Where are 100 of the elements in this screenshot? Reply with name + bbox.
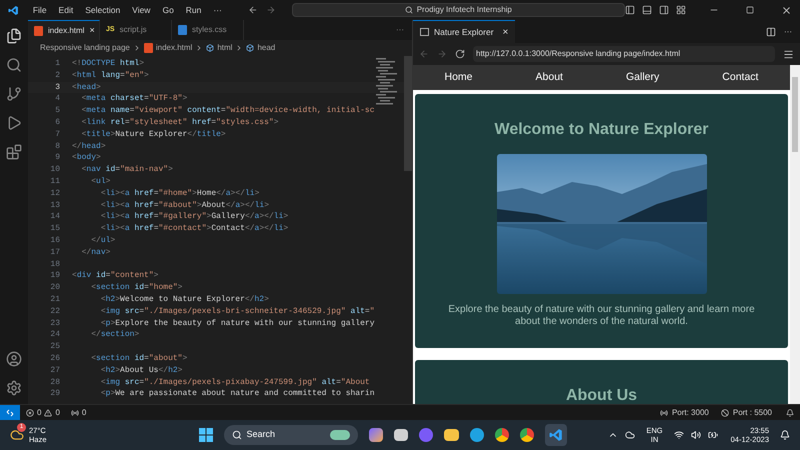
element-icon (246, 44, 254, 52)
line-number: 9 (54, 152, 61, 164)
address-field[interactable]: http://127.0.0.1:3000/Responsive landing page/index.html (473, 46, 775, 62)
notifications-icon[interactable] (780, 430, 790, 440)
wifi-icon[interactable] (674, 430, 684, 440)
ports-icon (70, 408, 79, 416)
menu-item[interactable]: Go (156, 4, 180, 16)
files-icon[interactable] (6, 28, 22, 44)
close-window-icon[interactable] (781, 4, 792, 16)
code-line: <body> (72, 152, 101, 164)
toggle-panel-icon[interactable] (642, 5, 652, 15)
port-status[interactable]: Port: 3000 (672, 406, 709, 418)
line-number: 28 (49, 376, 61, 388)
more-actions-icon[interactable]: ··· (396, 24, 404, 36)
menu-item[interactable]: View (126, 4, 156, 16)
line-number: 5 (54, 105, 61, 117)
menu-item[interactable]: ··· (207, 4, 228, 16)
command-search-field[interactable]: Prodigy Infotech Internship (292, 3, 625, 17)
battery-icon[interactable] (708, 430, 718, 440)
line-number: 24 (49, 329, 61, 342)
chrome-icon[interactable] (520, 428, 534, 442)
volume-icon[interactable] (690, 430, 701, 440)
browser-tab[interactable]: Nature Explorer × (413, 20, 516, 43)
nav-link[interactable]: Home (444, 70, 473, 86)
element-icon (206, 44, 214, 52)
settings-icon[interactable] (6, 380, 22, 396)
run-debug-icon[interactable] (6, 115, 22, 131)
warning-count[interactable]: 0 (55, 406, 60, 418)
menu-item[interactable]: Edit (52, 4, 80, 16)
line-number: 29 (49, 388, 61, 400)
line-number: 18 (49, 258, 61, 270)
close-tab-icon[interactable]: × (89, 24, 95, 38)
code-line: <li><a href="#about">About</a></li> (100, 200, 269, 212)
line-number: 6 (54, 116, 61, 129)
breadcrumb-item[interactable]: html (217, 42, 232, 54)
split-editor-icon[interactable] (766, 26, 776, 36)
line-number: 22 (49, 306, 61, 318)
nav-link[interactable]: Gallery (626, 70, 660, 86)
section-heading: About Us (566, 386, 638, 406)
restore-icon[interactable] (746, 6, 754, 14)
chrome-icon[interactable] (494, 428, 509, 442)
line-number: 13 (49, 200, 61, 212)
weather-icon[interactable] (10, 428, 24, 442)
line-number: 25 (49, 341, 61, 353)
menu-item[interactable]: Run (180, 4, 208, 16)
code-line: <li><a href="#home">Home</a></li> (100, 188, 260, 200)
breadcrumb-item[interactable]: index.html (156, 42, 192, 54)
branch-icon[interactable] (6, 86, 22, 102)
notifications-icon[interactable] (786, 408, 794, 416)
layout-icon[interactable] (676, 5, 686, 15)
extensions-icon[interactable] (6, 144, 22, 160)
line-number: 3 (54, 82, 61, 94)
line-number: 15 (49, 223, 61, 235)
nav-link[interactable]: Contact (722, 70, 758, 86)
error-count[interactable]: 0 (37, 406, 42, 418)
ports-count[interactable]: 0 (82, 406, 86, 418)
account-icon[interactable] (6, 351, 22, 367)
line-number: 8 (54, 140, 61, 152)
code-line: </nav> (80, 246, 110, 259)
line-number: 12 (49, 188, 61, 200)
code-line: <p>We are passionate about nature and committed to sharin (100, 388, 374, 400)
line-number: 4 (54, 93, 61, 106)
line-number: 1 (54, 58, 61, 70)
more-actions-icon[interactable]: ··· (784, 26, 792, 38)
search-placeholder: Search (246, 428, 276, 442)
forward-arrow-icon[interactable] (266, 5, 276, 15)
section-heading: Welcome to Nature Explorer (494, 120, 708, 140)
toggle-sidebar-icon[interactable] (625, 5, 635, 15)
close-tab-icon[interactable]: × (502, 24, 508, 40)
editor-tab[interactable]: styles.css (172, 20, 244, 40)
remote-indicator[interactable] (0, 405, 20, 420)
code-line: <h2>About Us</h2> (100, 364, 182, 377)
menu-item[interactable]: Selection (79, 4, 126, 16)
vscode-logo-icon (548, 428, 563, 442)
windows-start-icon[interactable] (198, 428, 213, 442)
search-icon (404, 6, 413, 14)
menu-icon[interactable] (783, 48, 794, 60)
nav-link[interactable]: About (536, 70, 563, 86)
menu-item[interactable]: File (26, 4, 53, 16)
scrollbar-thumb[interactable] (404, 56, 412, 171)
scrollbar-thumb[interactable] (792, 77, 798, 152)
code-line: <img src="./Images/pexels-pixabay-247599.jpg" alt="About (100, 376, 370, 388)
reload-icon[interactable] (455, 49, 465, 59)
code-line: <section id="about"> (90, 352, 188, 365)
line-number: 21 (49, 294, 61, 306)
editor-tab[interactable]: index.html × (28, 20, 100, 40)
toggle-secondary-sidebar-icon[interactable] (659, 5, 669, 15)
error-icon (26, 408, 34, 416)
tab-label: Nature Explorer (434, 26, 494, 38)
back-arrow-icon[interactable] (248, 5, 258, 15)
code-line: <ul> (90, 176, 110, 188)
code-line: <head> (72, 82, 101, 94)
breadcrumb-item[interactable]: Responsive landing page (40, 42, 130, 54)
taskbar-search-field[interactable]: Search (224, 425, 358, 445)
vscode-logo-icon (8, 4, 19, 16)
live-server-port[interactable]: Port : 5500 (732, 406, 772, 418)
vscode-taskbar-button[interactable] (544, 424, 567, 446)
breadcrumb-item[interactable]: head (257, 42, 276, 54)
search-icon[interactable] (6, 57, 22, 73)
cloud-icon[interactable] (625, 430, 636, 440)
